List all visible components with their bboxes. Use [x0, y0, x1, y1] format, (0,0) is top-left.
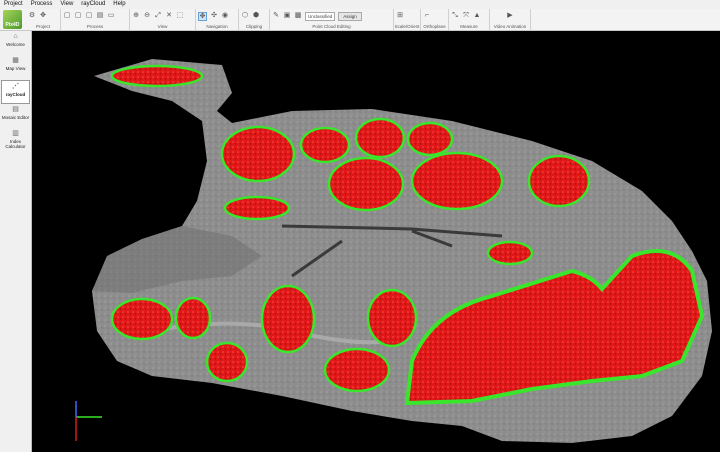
- stockpile[interactable]: [527, 154, 591, 208]
- sidebar: ⌂ Welcome ▦ Map View ⋰ rayCloud ▤ Mosaic…: [0, 31, 32, 452]
- orbit-icon[interactable]: ✣: [210, 12, 218, 20]
- logo-text: Pix4D: [5, 22, 20, 28]
- menu-project[interactable]: Project: [0, 0, 27, 9]
- clipping-plane-icon[interactable]: ⬢: [252, 12, 260, 20]
- process-step1-icon[interactable]: ▢: [63, 12, 71, 20]
- sidebar-item-label: Index Calculator: [5, 139, 26, 149]
- process-report-icon[interactable]: ▤: [96, 12, 104, 20]
- map-icon: ▦: [12, 57, 19, 64]
- top-view-icon[interactable]: ⬚: [176, 12, 184, 20]
- crosshair-icon[interactable]: ✥: [39, 12, 47, 20]
- stockpile[interactable]: [366, 288, 418, 348]
- edit-pen-icon[interactable]: ✎: [272, 12, 280, 20]
- menu-raycloud[interactable]: rayCloud: [77, 0, 109, 9]
- stockpile[interactable]: [410, 151, 504, 211]
- sidebar-item-map-view[interactable]: ▦ Map View: [1, 57, 30, 79]
- toolbar-group-orthoplane: ⌐ Orthoplane: [421, 9, 449, 30]
- stockpile[interactable]: [327, 156, 405, 212]
- sidebar-item-label: rayCloud: [5, 92, 26, 97]
- process-folder-icon[interactable]: ▭: [107, 12, 115, 20]
- menu-help[interactable]: Help: [109, 0, 129, 9]
- axis-gizmo: [75, 401, 102, 441]
- group-label-point-cloud-editing: Point Cloud Editing: [312, 24, 351, 29]
- sidebar-item-mosaic-editor[interactable]: ▤ Mosaic Editor: [1, 106, 30, 128]
- toolbar-group-scale-orient: ⊞ Scale/Orient: [394, 9, 421, 30]
- orthoplane-icon[interactable]: ⌐: [423, 12, 431, 20]
- stockpile[interactable]: [323, 347, 391, 393]
- toolbar-group-project: ⚙ ✥ Project: [26, 9, 61, 30]
- stockpile[interactable]: [260, 284, 316, 354]
- raycloud-3d-viewport[interactable]: [32, 31, 720, 452]
- group-label-view: View: [157, 24, 168, 29]
- gear-icon[interactable]: ⚙: [28, 12, 36, 20]
- index-calculator-icon: ▥: [12, 130, 19, 137]
- point-cloud-render[interactable]: [32, 31, 720, 452]
- mosaic-icon: ▤: [12, 106, 19, 113]
- stockpile[interactable]: [223, 195, 291, 221]
- process-step2-icon[interactable]: ▢: [74, 12, 82, 20]
- toolbar-group-clipping: ⬡ ⬢ Clipping: [239, 9, 270, 30]
- assign-button[interactable]: Assign: [338, 11, 362, 21]
- sidebar-item-welcome[interactable]: ⌂ Welcome: [1, 33, 30, 55]
- group-label-clipping: Clipping: [245, 24, 263, 29]
- clipping-box-icon[interactable]: ⬡: [241, 12, 249, 20]
- process-step3-icon[interactable]: ▢: [85, 12, 93, 20]
- measure-volume-icon[interactable]: ▲: [473, 12, 481, 20]
- group-label-project: Project: [35, 24, 50, 29]
- stockpile[interactable]: [299, 126, 351, 164]
- sidebar-item-label: Welcome: [6, 42, 25, 47]
- zoom-out-icon[interactable]: ⊖: [143, 12, 151, 20]
- group-label-orthoplane: Orthoplane: [423, 24, 446, 29]
- eye-icon[interactable]: ◉: [221, 12, 229, 20]
- group-label-video-animation: Video Animation: [493, 24, 527, 29]
- toolbar-ribbon: Pix4D ⚙ ✥ Project ▢ ▢ ▢ ▤ ▭ Process ⊕ ⊖ ⤢ ✕ ⬚ Vie…: [0, 9, 720, 31]
- stockpile[interactable]: [110, 297, 174, 341]
- toolbar-group-video-animation: ▶ Video Animation: [490, 9, 531, 30]
- menu-process[interactable]: Process: [27, 0, 57, 9]
- stockpile[interactable]: [486, 240, 534, 266]
- toolbar-group-process: ▢ ▢ ▢ ▤ ▭ Process: [61, 9, 130, 30]
- zoom-fit-icon[interactable]: ✕: [165, 12, 173, 20]
- stockpile[interactable]: [205, 341, 249, 383]
- stockpile[interactable]: [220, 125, 296, 183]
- zoom-in-icon[interactable]: ⊕: [132, 12, 140, 20]
- select-mode-icon[interactable]: ▣: [283, 12, 291, 20]
- sidebar-item-label: Mosaic Editor: [1, 115, 30, 120]
- measure-area-icon[interactable]: ⤧: [462, 12, 470, 20]
- stockpile[interactable]: [406, 121, 454, 157]
- navigation-mode-icon[interactable]: ✥: [198, 11, 207, 21]
- sidebar-item-index-calculator[interactable]: ▥ Index Calculator: [1, 130, 30, 156]
- toolbar-group-point-cloud-editing: ✎ ▣ ▩ Unclassified Assign Point Cloud Editin…: [270, 9, 394, 30]
- group-label-navigation: Navigation: [206, 24, 228, 29]
- raycloud-icon: ⋰: [12, 83, 19, 90]
- toolbar-group-measure: ⤡ ⤧ ▲ Measure: [449, 9, 490, 30]
- color-swatch-icon[interactable]: ▩: [294, 12, 302, 20]
- toolbar-group-navigation: ✥ ✣ ◉ Navigation: [196, 9, 239, 30]
- group-label-process: Process: [86, 24, 104, 29]
- stockpile[interactable]: [110, 64, 204, 88]
- menu-bar: Project Process View rayCloud Help: [0, 0, 720, 9]
- menu-view[interactable]: View: [56, 0, 77, 9]
- sidebar-item-raycloud[interactable]: ⋰ rayCloud: [1, 80, 30, 104]
- class-select[interactable]: Unclassified: [305, 11, 336, 21]
- measure-line-icon[interactable]: ⤡: [451, 12, 459, 20]
- stockpile[interactable]: [354, 117, 406, 159]
- app-logo: Pix4D: [3, 10, 22, 29]
- zoom-extent-icon[interactable]: ⤢: [154, 12, 162, 20]
- toolbar-group-view: ⊕ ⊖ ⤢ ✕ ⬚ View: [130, 9, 196, 30]
- scale-icon[interactable]: ⊞: [396, 12, 404, 20]
- video-camera-icon[interactable]: ▶: [506, 12, 514, 20]
- stockpile[interactable]: [174, 296, 212, 340]
- group-label-measure: Measure: [460, 24, 478, 29]
- sidebar-item-label: Map View: [5, 66, 26, 71]
- home-icon: ⌂: [13, 33, 18, 40]
- group-label-scale-orient: Scale/Orient: [394, 24, 420, 29]
